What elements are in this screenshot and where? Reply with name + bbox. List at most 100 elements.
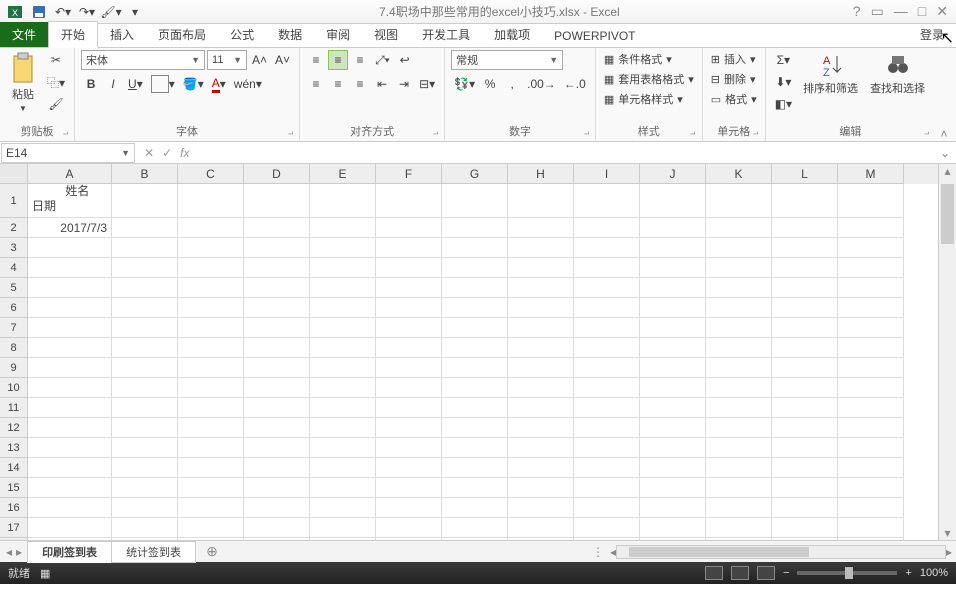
cell[interactable] [244,258,310,278]
cell[interactable] [376,318,442,338]
border-button[interactable]: ▾ [148,74,178,94]
tab-data[interactable]: 数据 [266,22,314,47]
cell[interactable] [310,298,376,318]
cell[interactable] [28,418,112,438]
increase-indent-button[interactable]: ⇥ [394,74,414,94]
cell[interactable] [838,358,904,378]
cell[interactable] [376,498,442,518]
cell[interactable] [376,298,442,318]
cell[interactable] [112,418,178,438]
cell[interactable] [112,184,178,218]
tab-home[interactable]: 开始 [48,21,98,48]
cell[interactable] [112,458,178,478]
cell[interactable] [244,498,310,518]
cell[interactable] [574,518,640,538]
col-header[interactable]: E [310,164,376,184]
cell[interactable] [772,318,838,338]
cell[interactable] [772,278,838,298]
cell[interactable] [244,278,310,298]
cell[interactable] [376,398,442,418]
cell[interactable] [640,338,706,358]
orientation-button[interactable]: ⤢▾ [372,50,393,70]
cell[interactable] [178,218,244,238]
cell[interactable] [28,318,112,338]
row-header[interactable]: 18 [0,538,28,540]
cell[interactable] [772,358,838,378]
view-layout-button[interactable] [731,566,749,580]
cell[interactable] [442,338,508,358]
align-bottom-button[interactable]: ≡ [350,50,370,70]
cell[interactable] [442,418,508,438]
cell[interactable] [442,278,508,298]
cell[interactable] [442,478,508,498]
currency-button[interactable]: 💱▾ [451,74,478,94]
col-header[interactable]: F [376,164,442,184]
row-header[interactable]: 10 [0,378,28,398]
cell[interactable] [28,538,112,540]
cell[interactable] [772,378,838,398]
col-header[interactable]: C [178,164,244,184]
cell[interactable] [376,418,442,438]
cell[interactable] [772,418,838,438]
tab-view[interactable]: 视图 [362,22,410,47]
cell[interactable] [772,518,838,538]
decrease-indent-button[interactable]: ⇤ [372,74,392,94]
cell[interactable] [706,458,772,478]
cell[interactable] [772,184,838,218]
cell[interactable] [508,438,574,458]
cell[interactable] [244,218,310,238]
conditional-format-button[interactable]: ▦条件格式▾ [602,50,674,68]
cell[interactable] [244,338,310,358]
cell[interactable] [838,298,904,318]
cell[interactable] [772,478,838,498]
cell[interactable] [28,398,112,418]
cell-styles-button[interactable]: ▦单元格样式▾ [602,90,685,108]
sheet-tab-1[interactable]: 印刷签到表 [27,541,112,563]
cell[interactable] [442,378,508,398]
zoom-out-button[interactable]: − [783,567,789,579]
col-header[interactable]: H [508,164,574,184]
cell[interactable] [706,378,772,398]
decrease-decimal-button[interactable]: ←.0 [561,74,589,94]
add-sheet-button[interactable]: ⊕ [196,543,228,560]
fill-color-button[interactable]: 🪣▾ [180,74,207,94]
insert-cells-button[interactable]: ⊞插入▾ [709,50,758,68]
scrollbar-thumb[interactable] [941,184,954,244]
cell[interactable] [772,538,838,540]
italic-button[interactable]: I [103,74,123,94]
cell[interactable] [310,258,376,278]
cell[interactable] [310,538,376,540]
cell[interactable] [640,358,706,378]
brush-icon[interactable]: 🖌▾ [100,2,122,22]
row-header[interactable]: 11 [0,398,28,418]
cell[interactable] [574,298,640,318]
sheet-tab-2[interactable]: 统计签到表 [111,541,196,563]
cell[interactable] [178,458,244,478]
cell[interactable] [838,418,904,438]
maximize-icon[interactable]: □ [918,3,926,20]
cell[interactable] [442,398,508,418]
wrap-text-button[interactable]: ↩ [395,50,415,70]
fx-icon[interactable]: fx [180,146,189,160]
cell[interactable] [442,258,508,278]
cell[interactable] [28,338,112,358]
font-size-combo[interactable]: 11▼ [207,50,247,70]
cell[interactable] [640,398,706,418]
cell[interactable] [28,238,112,258]
cell[interactable] [28,298,112,318]
cell[interactable] [244,458,310,478]
help-icon[interactable]: ? [853,3,861,20]
cell[interactable] [112,238,178,258]
cell[interactable] [508,538,574,540]
cell[interactable] [28,478,112,498]
col-header[interactable]: D [244,164,310,184]
tab-insert[interactable]: 插入 [98,22,146,47]
cell[interactable] [376,238,442,258]
cell[interactable] [838,518,904,538]
cell[interactable] [838,258,904,278]
save-icon[interactable] [28,2,50,22]
cell[interactable] [376,358,442,378]
slider-knob[interactable] [845,567,853,579]
cell[interactable] [112,538,178,540]
cell[interactable] [640,278,706,298]
